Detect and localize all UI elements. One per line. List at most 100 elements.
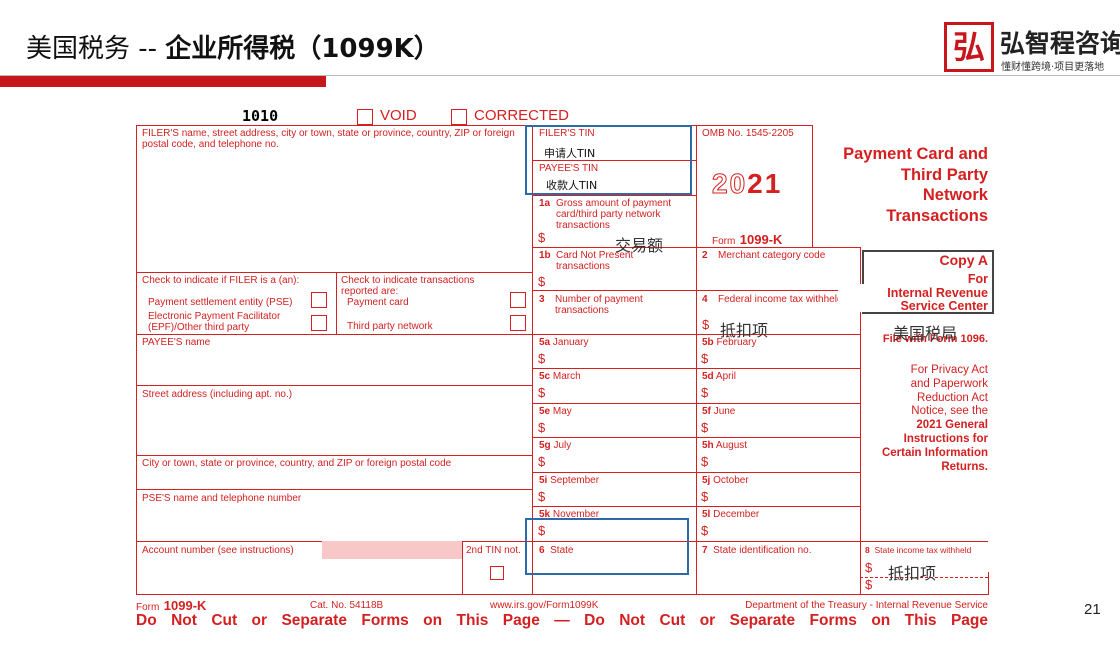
box-1a-num: 1a [539, 198, 551, 209]
form-number: 1099-K [739, 232, 783, 247]
form-top-code: 1010 [242, 107, 279, 125]
payment-card-label: Payment card [347, 297, 409, 308]
box-7-label: 7 State identification no. [702, 545, 812, 556]
col-div-account [462, 541, 463, 594]
copy-a-label: Copy A [939, 252, 988, 268]
tax-year: 2021 [711, 168, 783, 200]
privacy-bold-line: Instructions for [903, 432, 988, 445]
box-1b-dollar: $ [538, 274, 546, 289]
frame-right [988, 572, 989, 594]
row-div-filer [136, 272, 532, 273]
void-label: VOID [380, 107, 417, 124]
month-box-dollar: $ [701, 523, 709, 538]
month-box-name: August [715, 440, 748, 451]
state-withheld-annotation: 抵扣项 [888, 564, 937, 583]
gross-amount-annotation: 交易额 [615, 236, 664, 255]
month-box-name: April [715, 371, 736, 382]
box-4-dollar: $ [702, 317, 710, 332]
footer-form-number: 1099-K [163, 598, 207, 613]
privacy-bold-line: Returns. [941, 460, 988, 473]
row-div-5a [532, 368, 860, 369]
box-4-text: Federal income tax withheld [718, 294, 843, 305]
month-box-num: 5c [539, 371, 551, 382]
month-box-dollar: $ [538, 351, 546, 366]
irs-website-link[interactable]: www.irs.gov/Form1099K [490, 600, 598, 611]
do-not-cut-banner: Do Not Cut or Separate Forms on This Pag… [136, 612, 988, 629]
month-box-num: 5g [539, 440, 551, 451]
form-title-line: Transactions [886, 206, 988, 225]
box-2-text: Merchant category code [718, 250, 826, 261]
pse-checkbox[interactable] [311, 292, 327, 308]
month-box-label: 5h August [702, 440, 747, 451]
box-1a-text: Gross amount of payment card/third party… [556, 198, 672, 231]
month-box-label: 5a January [539, 337, 588, 348]
month-box-name: September [550, 475, 600, 486]
month-box-dollar: $ [538, 385, 546, 400]
box-8-dollar-1: $ [865, 560, 873, 575]
omb-label: OMB No. 1545-2205 [702, 128, 794, 139]
month-box-dollar: $ [538, 489, 546, 504]
box-8-text: State income tax withheld [874, 545, 972, 555]
pse-name-label: PSE'S name and telephone number [142, 493, 302, 504]
form-title-line: Payment Card and [843, 145, 988, 163]
box-1a-label: 1a Gross amount of payment card/third pa… [539, 198, 689, 231]
form-title-line: Third Party [900, 165, 988, 184]
box-1a-dollar: $ [538, 230, 546, 245]
payee-tin-annotation: 收款人TIN [546, 179, 598, 192]
month-box-name: July [553, 440, 572, 451]
corrected-label: CORRECTED [474, 107, 570, 124]
row-div-title [812, 247, 860, 248]
row-div-5g [532, 472, 860, 473]
state-highlight-box [525, 518, 689, 575]
month-box-dollar: $ [701, 489, 709, 504]
privacy-line: and Paperwork [910, 377, 988, 390]
pse-label: Payment settlement entity (PSE) [148, 297, 293, 308]
month-box-num: 5l [702, 509, 711, 520]
box-3-label: 3 Number of payment transactions [539, 294, 689, 316]
month-box-num: 5e [539, 406, 551, 417]
month-box-label: 5c March [539, 371, 581, 382]
row-div-check [136, 334, 532, 335]
withheld-annotation: 抵扣项 [720, 321, 769, 340]
month-box-num: 5j [702, 475, 711, 486]
box-8-label: 8 State income tax withheld [865, 545, 971, 556]
payee-name-label: PAYEE'S name [142, 337, 211, 348]
month-box-label: 5i September [539, 475, 599, 486]
box-4-num: 4 [702, 294, 708, 305]
row-div-1b [532, 290, 860, 291]
check-trans-label: Check to indicate transactions reported … [341, 275, 475, 297]
box-3-num: 3 [539, 294, 545, 305]
tax-year-solid: 21 [747, 168, 783, 199]
col-div-check [336, 272, 337, 334]
row-div-payee [136, 385, 532, 386]
payment-card-checkbox[interactable] [510, 292, 526, 308]
privacy-line: Notice, see the [911, 405, 988, 418]
month-box-label: 5d April [702, 371, 736, 382]
box-1b-label: 1b Card Not Present transactions [539, 250, 689, 272]
month-box-label: 5g July [539, 440, 571, 451]
month-box-name: March [552, 371, 581, 382]
frame-top [136, 125, 813, 126]
form-title: Payment Card and Third Party Network Tra… [815, 144, 988, 226]
epf-label: Electronic Payment Facilitator (EPF)/Oth… [148, 311, 281, 333]
epf-checkbox[interactable] [311, 315, 327, 331]
tax-year-outline: 20 [711, 168, 748, 200]
city-label: City or town, state or province, country… [142, 458, 452, 469]
month-box-dollar: $ [701, 420, 709, 435]
month-box-dollar: $ [538, 454, 546, 469]
copy-irs-label-2: Service Center [900, 299, 988, 313]
check-filer-label: Check to indicate if FILER is a (an): [142, 275, 300, 286]
void-checkbox[interactable] [357, 109, 373, 125]
box-3-text: Number of payment transactions [555, 294, 643, 316]
corrected-checkbox[interactable] [451, 109, 467, 125]
privacy-block: For Privacy Act and Paperwork Reduction … [862, 364, 988, 474]
row-div-5e [532, 437, 860, 438]
row-div-street [136, 455, 532, 456]
box-8-dollar-2: $ [865, 577, 873, 592]
second-tin-checkbox[interactable] [490, 566, 504, 580]
box-4-label: 4 Federal income tax withheld [702, 294, 857, 305]
privacy-bold-line: 2021 General [916, 419, 988, 432]
month-box-label: 5l December [702, 509, 759, 520]
third-party-checkbox[interactable] [510, 315, 526, 331]
row-div-1a [532, 247, 860, 248]
